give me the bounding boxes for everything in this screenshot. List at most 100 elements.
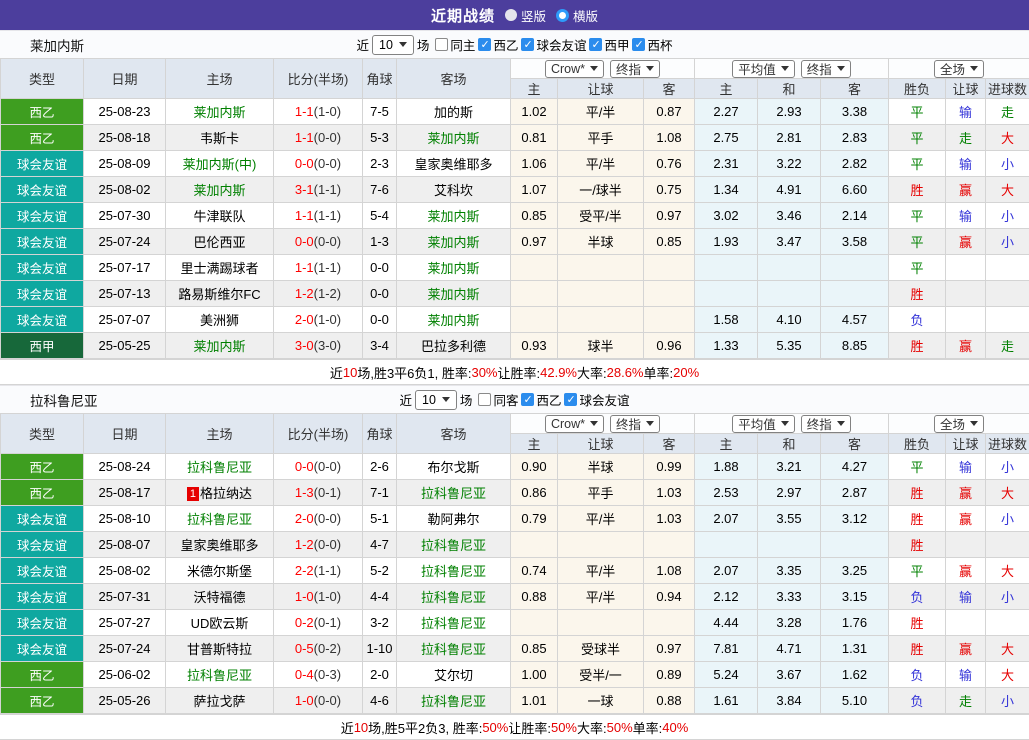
home-team: 拉科鲁尼亚 <box>166 506 274 532</box>
chevron-down-icon <box>590 421 598 426</box>
fulltime-group-header: 全场 <box>889 414 1029 434</box>
halftime-score: (0-0) <box>314 130 341 145</box>
home-team: 拉科鲁尼亚 <box>166 662 274 688</box>
competition-type: 球会友谊 <box>1 558 84 584</box>
home-team: 巴伦西亚 <box>166 229 274 255</box>
layout-radio-vertical[interactable]: 竖版 <box>505 6 546 25</box>
match-date: 25-08-07 <box>84 532 166 558</box>
chevron-down-icon <box>970 66 978 71</box>
corners: 7-1 <box>363 480 397 506</box>
home-team-name: 拉科鲁尼亚 <box>187 512 252 527</box>
halftime-score: (1-0) <box>314 104 341 119</box>
result-handicap: 赢 <box>946 636 986 662</box>
bookmaker-select[interactable]: Crow* <box>545 60 604 78</box>
filter-checkbox-西乙[interactable]: 西乙 <box>521 390 561 409</box>
fulltime-select[interactable]: 全场 <box>934 60 984 78</box>
result-goals: 大 <box>986 662 1029 688</box>
filter-checkbox-球会友谊[interactable]: 球会友谊 <box>564 390 629 409</box>
filter-checkbox-西甲[interactable]: 西甲 <box>589 35 629 54</box>
home-team-name: 韦斯卡 <box>200 131 239 146</box>
result-outcome: 胜 <box>889 480 946 506</box>
result-goals: 小 <box>986 584 1029 610</box>
avg-away-win: 2.14 <box>821 203 889 229</box>
filter-prefix: 近 <box>400 390 413 409</box>
filter-checkbox-同主[interactable]: 同主 <box>435 35 475 54</box>
match-row: 西乙25-08-18韦斯卡1-1(0-0)5-3莱加内斯0.81平手1.082.… <box>1 125 1029 151</box>
odds-time-select[interactable]: 终指 <box>610 60 660 78</box>
filter-checkbox-西杯[interactable]: 西杯 <box>632 35 672 54</box>
result-handicap: 走 <box>946 688 986 714</box>
result-handicap: 赢 <box>946 480 986 506</box>
avg-draw: 2.93 <box>758 99 821 125</box>
average-select[interactable]: 平均值 <box>732 60 795 78</box>
avg-time-select[interactable]: 终指 <box>801 415 851 433</box>
result-goals: 小 <box>986 229 1029 255</box>
summary-stat-label: 让胜率: <box>508 718 551 737</box>
avg-draw <box>758 255 821 281</box>
summary-stat-value: 10 <box>343 365 357 380</box>
fulltime-score: 1-1 <box>295 130 314 145</box>
away-team-name: 布尔戈斯 <box>427 460 479 475</box>
avg-time-select[interactable]: 终指 <box>801 60 851 78</box>
match-row: 球会友谊25-07-24甘普斯特拉0-5(0-2)1-10拉科鲁尼亚0.85受球… <box>1 636 1029 662</box>
halftime-score: (0-1) <box>314 615 341 630</box>
team-name: 莱加内斯 <box>30 35 84 55</box>
avg-away-win: 8.85 <box>821 333 889 359</box>
corners: 3-2 <box>363 610 397 636</box>
filter-checkbox-球会友谊[interactable]: 球会友谊 <box>521 35 586 54</box>
sub-header: 胜负 <box>889 434 946 454</box>
match-count-select[interactable]: 10 <box>415 390 457 410</box>
match-count-select[interactable]: 10 <box>372 35 414 55</box>
match-date: 25-08-18 <box>84 125 166 151</box>
filter-checkbox-同客[interactable]: 同客 <box>478 390 518 409</box>
competition-type: 球会友谊 <box>1 151 84 177</box>
result-outcome: 平 <box>889 255 946 281</box>
fulltime-score: 1-2 <box>295 286 314 301</box>
fulltime-score: 1-3 <box>295 485 314 500</box>
match-date: 25-06-02 <box>84 662 166 688</box>
home-team-name: 皇家奥维耶多 <box>180 538 258 553</box>
chevron-down-icon <box>646 421 654 426</box>
fulltime-select[interactable]: 全场 <box>934 415 984 433</box>
fulltime-group-header: 全场 <box>889 59 1029 79</box>
home-team: UD欧云斯 <box>166 610 274 636</box>
bookmaker-select[interactable]: Crow* <box>545 415 604 433</box>
home-team: 皇家奥维耶多 <box>166 532 274 558</box>
fulltime-score: 0-0 <box>295 156 314 171</box>
summary-stat-label: 单率: <box>644 363 674 382</box>
odds-handicap <box>558 307 644 333</box>
odds-handicap: 受半/一 <box>558 662 644 688</box>
home-team-name: 莱加内斯 <box>193 339 245 354</box>
odds-away: 0.85 <box>644 229 695 255</box>
away-team-name: 莱加内斯 <box>427 261 479 276</box>
avg-away-win: 2.82 <box>821 151 889 177</box>
odds-home: 0.86 <box>511 480 558 506</box>
match-filters: 近 10 场 同主西乙球会友谊西甲西杯 <box>356 35 672 55</box>
odds-away: 1.03 <box>644 480 695 506</box>
sub-header: 客 <box>644 79 695 99</box>
corners: 2-3 <box>363 151 397 177</box>
odds-handicap: 半球 <box>558 229 644 255</box>
halftime-score: (1-0) <box>314 312 341 327</box>
odds-time-select[interactable]: 终指 <box>610 415 660 433</box>
odds-away: 0.76 <box>644 151 695 177</box>
avg-home-win <box>695 532 758 558</box>
fulltime-score: 1-2 <box>295 537 314 552</box>
filter-checkbox-西乙[interactable]: 西乙 <box>478 35 518 54</box>
result-goals: 大 <box>986 636 1029 662</box>
result-goals <box>986 307 1029 333</box>
avg-home-win: 1.93 <box>695 229 758 255</box>
match-row: 球会友谊25-08-09莱加内斯(中)0-0(0-0)2-3皇家奥维耶多1.06… <box>1 151 1029 177</box>
avg-away-win: 4.27 <box>821 454 889 480</box>
team-name: 拉科鲁尼亚 <box>30 390 98 410</box>
odds-home <box>511 255 558 281</box>
odds-group-header: Crow* 终指 <box>511 59 695 79</box>
layout-radio-horizontal[interactable]: 横版 <box>556 6 598 25</box>
odds-away: 0.96 <box>644 333 695 359</box>
odds-away: 0.94 <box>644 584 695 610</box>
fulltime-score: 3-0 <box>295 338 314 353</box>
result-handicap: 输 <box>946 203 986 229</box>
competition-type: 西乙 <box>1 125 84 151</box>
average-select[interactable]: 平均值 <box>732 415 795 433</box>
team-section-leganes: 莱加内斯 近 10 场 同主西乙球会友谊西甲西杯 类型 <box>0 30 1029 385</box>
